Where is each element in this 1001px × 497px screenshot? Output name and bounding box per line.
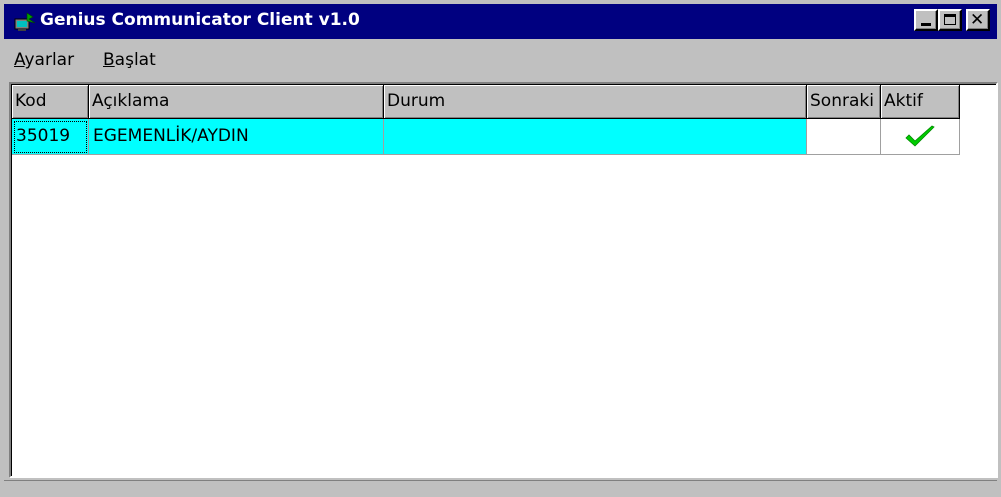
minimize-icon <box>921 23 931 26</box>
window-title: Genius Communicator Client v1.0 <box>40 10 360 30</box>
check-icon <box>905 125 935 147</box>
column-header-aktif[interactable]: Aktif <box>881 85 960 119</box>
menu-baslat-label: aşlat <box>114 50 156 70</box>
menu-ayarlar[interactable]: Ayarlar <box>14 50 74 70</box>
menu-bar: Ayarlar Başlat <box>4 44 997 78</box>
menu-baslat[interactable]: Başlat <box>103 50 156 70</box>
menu-baslat-mnemonic: B <box>103 50 115 70</box>
cell-durum[interactable] <box>384 119 807 155</box>
maximize-icon <box>944 14 956 25</box>
menu-ayarlar-mnemonic: A <box>14 50 25 70</box>
column-header-sonraki[interactable]: Sonraki <box>807 85 881 119</box>
title-bar[interactable]: Genius Communicator Client v1.0 ✕ <box>4 4 997 39</box>
close-button[interactable]: ✕ <box>966 9 990 31</box>
close-icon: ✕ <box>970 10 985 30</box>
minimize-button[interactable] <box>914 9 938 31</box>
maximize-button[interactable] <box>938 9 962 31</box>
cell-aciklama[interactable]: EGEMENLİK/AYDIN <box>89 119 384 155</box>
column-header-durum[interactable]: Durum <box>384 85 807 119</box>
column-header-kod[interactable]: Kod <box>12 85 89 119</box>
app-icon <box>14 12 36 31</box>
cell-kod[interactable]: 35019 <box>12 119 89 155</box>
status-bar <box>4 480 997 494</box>
cell-aktif[interactable] <box>881 119 960 155</box>
cell-sonraki[interactable] <box>807 119 881 155</box>
grid-body: Kod Açıklama Durum Sonraki Aktif 35019 E… <box>11 84 996 476</box>
app-window: Genius Communicator Client v1.0 ✕ Ayarla… <box>0 0 1001 497</box>
menu-ayarlar-label: yarlar <box>24 50 75 70</box>
column-header-aciklama[interactable]: Açıklama <box>89 85 384 119</box>
data-grid[interactable]: Kod Açıklama Durum Sonraki Aktif 35019 E… <box>9 82 998 478</box>
